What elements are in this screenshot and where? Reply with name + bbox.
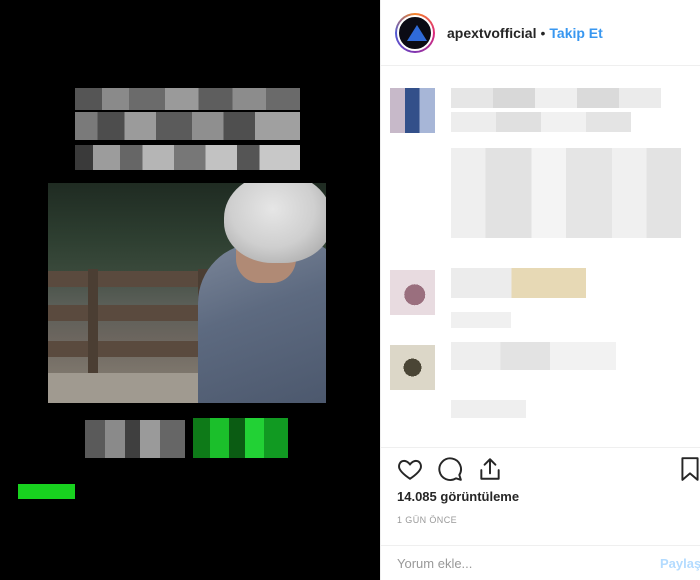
separator-dot: • <box>540 24 546 41</box>
share-button[interactable] <box>477 456 503 482</box>
comment-icon <box>438 457 462 481</box>
pixelated-comment-meta <box>451 312 511 328</box>
pixelated-comment-meta <box>451 400 526 418</box>
pixelated-comment-text <box>451 148 681 238</box>
view-count[interactable]: 14.085 görüntüleme <box>397 489 519 504</box>
pixelated-caption-line <box>75 112 300 140</box>
pixelated-comment-text <box>451 342 616 370</box>
comments-list[interactable] <box>381 66 700 446</box>
post-comment-button[interactable]: Paylaş <box>660 556 700 571</box>
avatar-image <box>397 14 433 51</box>
post-header: apextvofficial • Takip Et <box>381 0 700 66</box>
instagram-post-view: apextvofficial • Takip Et 14.085 görüntü… <box>0 0 700 580</box>
fence-post <box>88 269 98 379</box>
green-label-bar <box>18 484 75 499</box>
comment-avatar[interactable] <box>390 270 435 315</box>
comment-input[interactable] <box>397 556 617 571</box>
video-frame <box>48 183 326 403</box>
comment-avatar[interactable] <box>390 88 435 133</box>
post-side-panel: apextvofficial • Takip Et 14.085 görüntü… <box>380 0 700 580</box>
pixelated-subtitle-grey <box>85 420 185 458</box>
pixelated-subtitle-green <box>193 418 288 458</box>
comment-button[interactable] <box>437 456 463 482</box>
comment-avatar[interactable] <box>390 345 435 390</box>
heart-icon <box>398 459 422 480</box>
video-player[interactable] <box>0 0 380 580</box>
pixelated-comment-text <box>451 88 661 108</box>
pixelated-caption-line <box>75 88 300 110</box>
pixelated-comment-text <box>451 112 631 132</box>
add-comment-bar: Paylaş <box>381 545 700 580</box>
username-link[interactable]: apextvofficial <box>447 25 536 41</box>
share-icon <box>480 458 500 480</box>
like-button[interactable] <box>397 456 423 482</box>
post-actions-bar <box>381 447 700 487</box>
follow-button[interactable]: Takip Et <box>549 25 602 41</box>
profile-avatar[interactable] <box>395 12 435 53</box>
pixelated-caption-line <box>75 145 300 170</box>
post-timestamp[interactable]: 1 GÜN ÖNCE <box>397 515 457 525</box>
bookmark-icon <box>681 457 699 481</box>
pixelated-comment-text <box>451 268 586 298</box>
save-button[interactable] <box>677 456 700 482</box>
person-hair <box>224 183 326 263</box>
